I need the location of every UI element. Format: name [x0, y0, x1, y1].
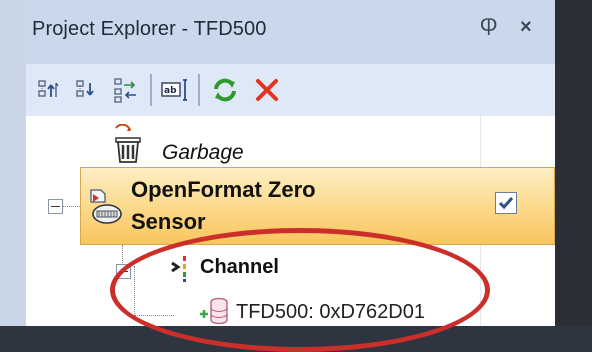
tree-connector: [62, 206, 82, 207]
rename-button[interactable]: ab: [160, 74, 190, 106]
move-down-button[interactable]: [74, 74, 104, 106]
device-label[interactable]: TFD500: 0xD762D01: [236, 301, 425, 324]
panel-title: Project Explorer - TFD500: [32, 18, 267, 40]
toolbar-separator: [198, 74, 200, 106]
toolbar-separator: [150, 74, 152, 106]
right-background: [555, 0, 592, 326]
sensor-icon: [90, 189, 122, 224]
move-down-icon: [76, 80, 94, 97]
move-up-icon: [38, 80, 59, 97]
garbage-label[interactable]: Garbage: [162, 141, 244, 165]
pin-button[interactable]: Ⴔ: [480, 16, 497, 41]
sensor-checkbox[interactable]: [495, 192, 517, 214]
sensor-item[interactable]: OpenFormat Zero Sensor: [80, 167, 555, 245]
reorder-icon: [114, 78, 136, 103]
channel-item[interactable]: [170, 255, 196, 288]
panel-toolbar: ab: [26, 64, 555, 116]
project-tree: Garbage OpenFormat Zero Sensor Channel T…: [26, 116, 555, 326]
sensor-label: OpenFormat Zero Sensor: [131, 174, 316, 238]
checkmark-icon: [498, 197, 514, 210]
refresh-button[interactable]: [210, 74, 240, 106]
panel-titlebar: Project Explorer - TFD500 Ⴔ ×: [26, 0, 555, 64]
reorder-button[interactable]: [112, 74, 142, 106]
channel-expander[interactable]: [116, 264, 131, 279]
tree-connector: [134, 266, 135, 316]
channel-label[interactable]: Channel: [200, 256, 279, 279]
project-explorer-panel: Project Explorer - TFD500 Ⴔ × ab Garbage…: [26, 0, 555, 326]
delete-icon: [256, 79, 278, 101]
trash-bin-icon: [115, 123, 141, 163]
refresh-icon: [214, 78, 236, 102]
svg-text:ab: ab: [164, 86, 177, 96]
channel-icon: [171, 256, 186, 282]
move-up-button[interactable]: [36, 74, 66, 106]
sensor-label-line1: OpenFormat Zero: [131, 177, 316, 202]
sensor-expander[interactable]: [48, 199, 63, 214]
tree-connector: [134, 315, 174, 316]
database-icon: [200, 297, 228, 325]
close-button[interactable]: ×: [520, 16, 532, 39]
tree-connector: [122, 245, 123, 265]
left-background: [0, 0, 26, 326]
sensor-label-line2: Sensor: [131, 209, 206, 234]
rename-icon: ab: [161, 79, 187, 101]
garbage-item[interactable]: [110, 123, 152, 171]
delete-button[interactable]: [252, 74, 282, 106]
